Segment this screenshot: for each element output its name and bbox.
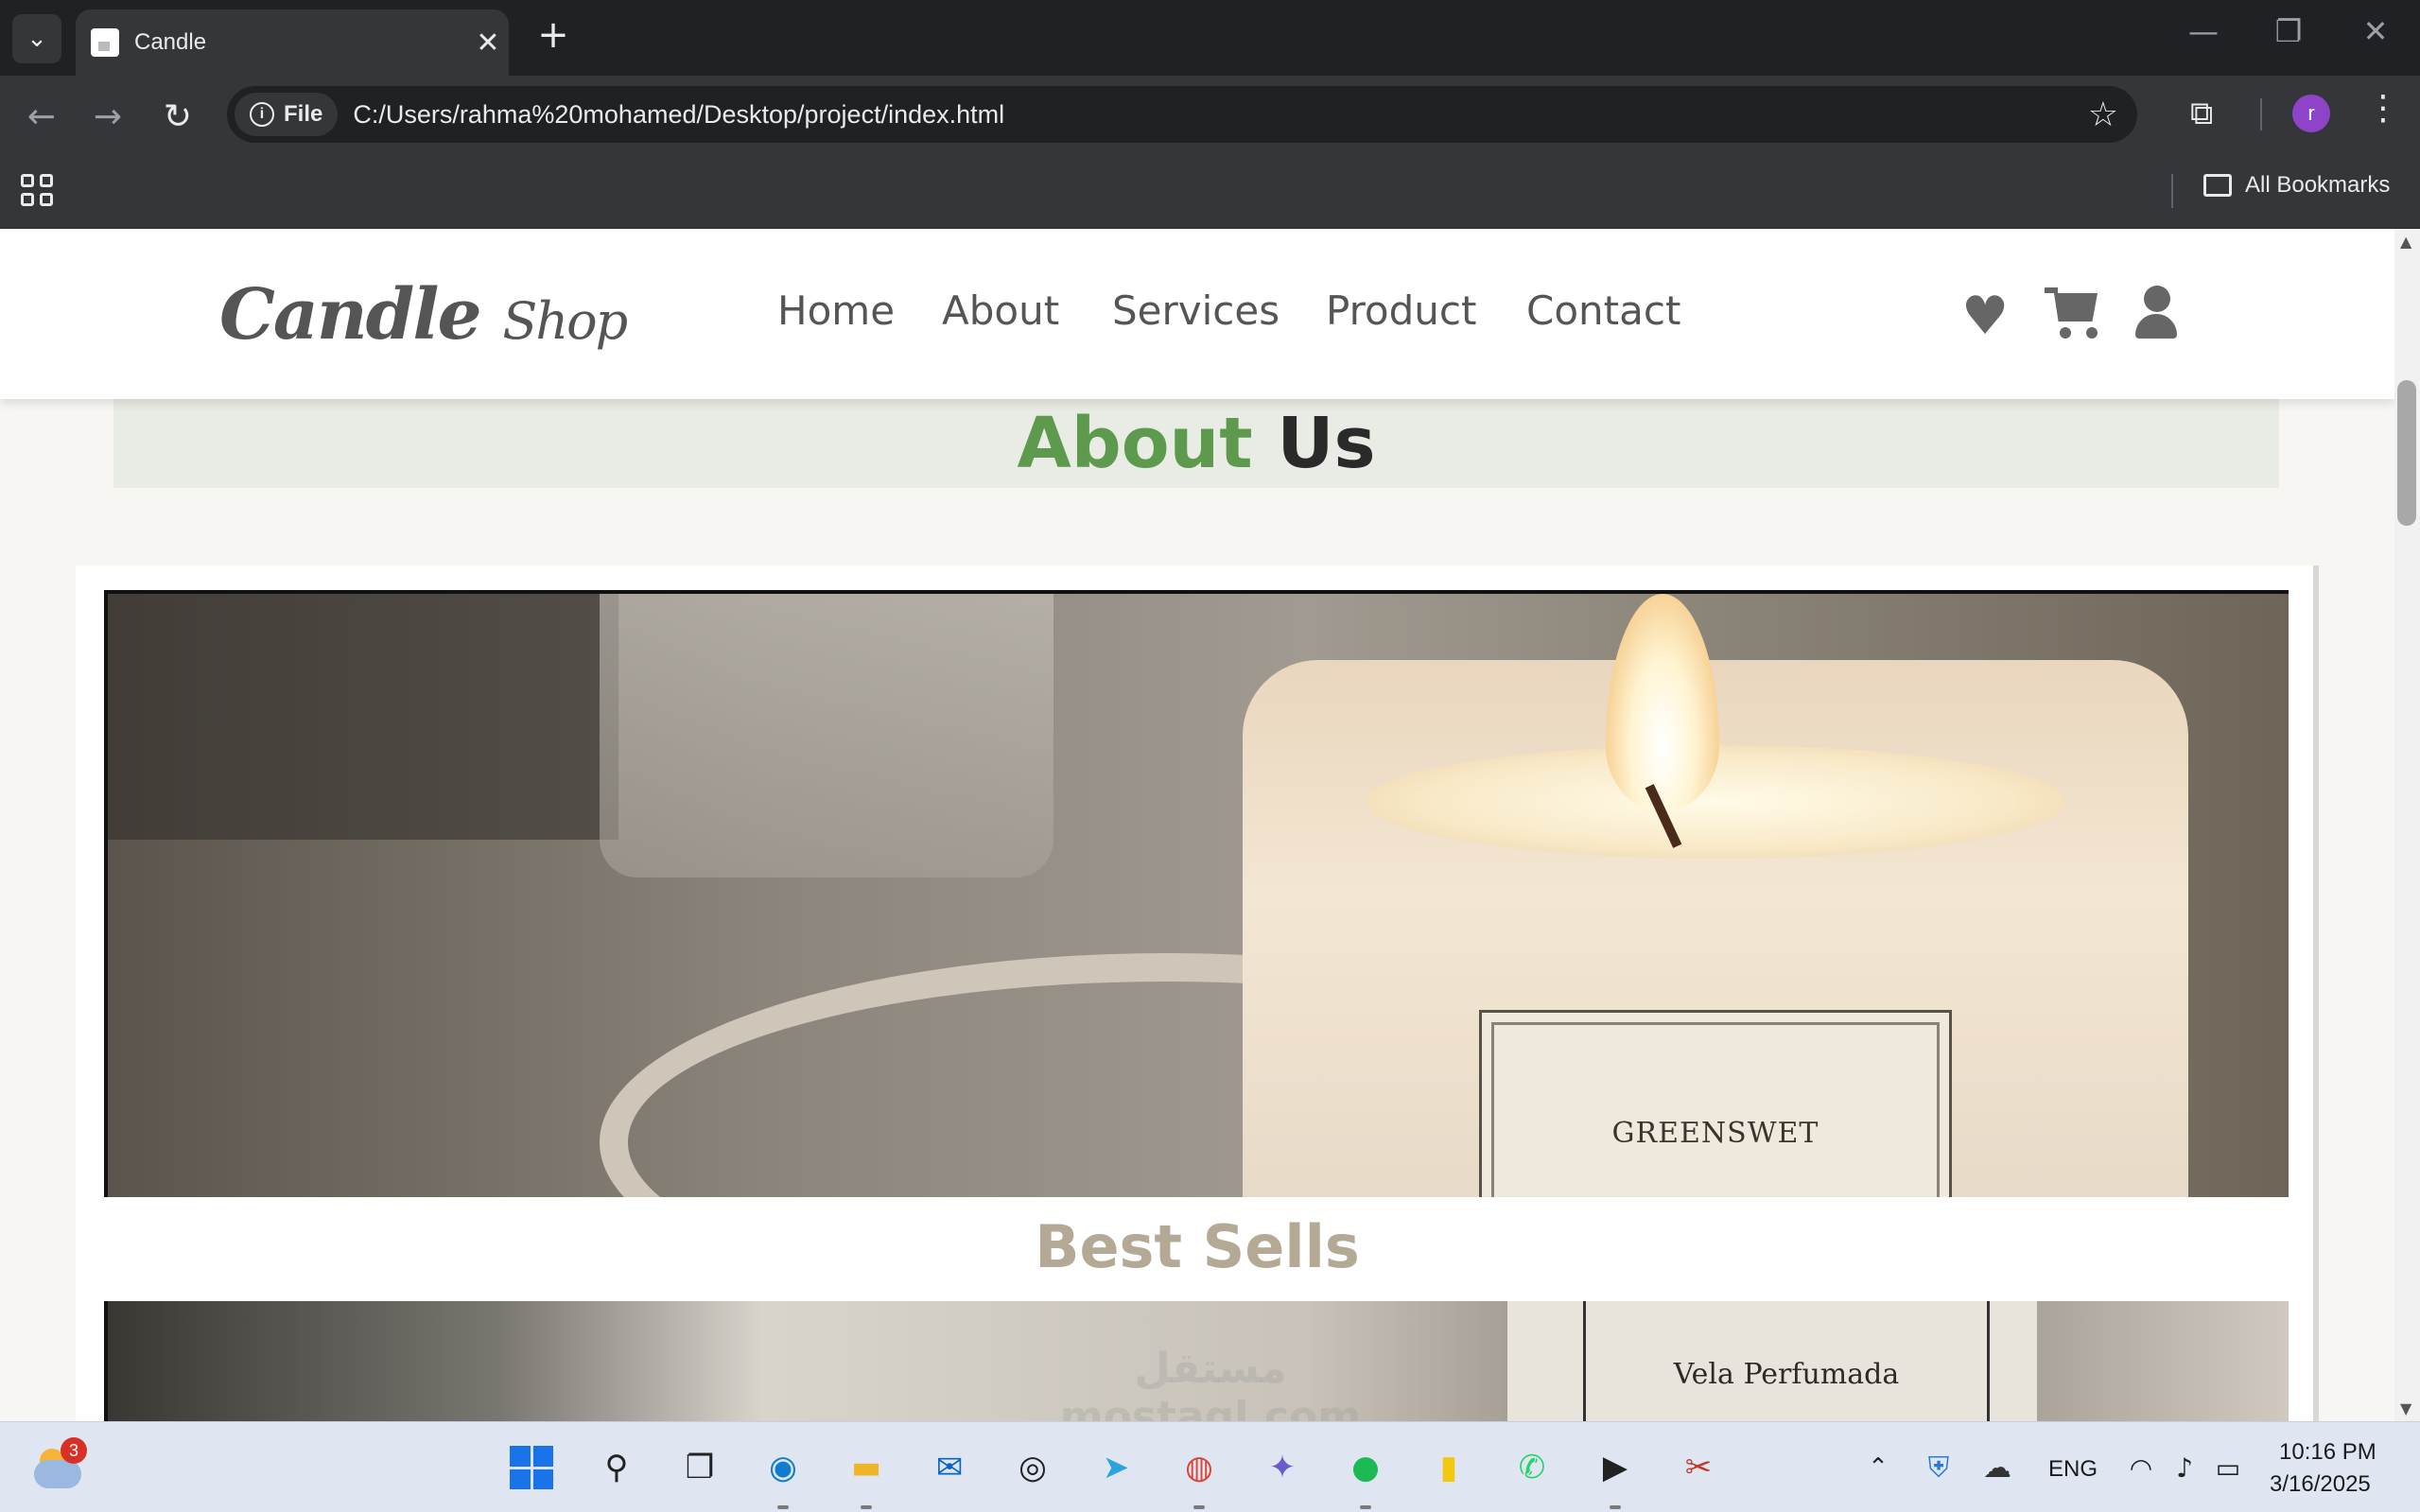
nav-product[interactable]: Product	[1326, 287, 1476, 334]
info-icon: i	[250, 102, 274, 127]
dell-icon[interactable]: ◎	[1008, 1443, 1057, 1492]
windows-taskbar: 3 ⚲ ❐ ◉ ▬ ✉ ◎ ➤ ◍ ✦ ● ▮ ✆ ▶ ✂ ⌃ ⛨ ☁ ENG …	[0, 1421, 2420, 1512]
start-icon[interactable]	[507, 1443, 556, 1492]
candle-photo-greensweet: GREENSWET	[104, 590, 2289, 1197]
running-indicator	[777, 1505, 789, 1509]
address-bar[interactable]: i File C:/Users/rahma%20mohamed/Desktop/…	[227, 86, 2137, 143]
flame-image	[1606, 594, 1719, 811]
nav-services[interactable]: Services	[1112, 287, 1280, 334]
about-title-green: About	[1017, 403, 1253, 484]
site-header: Candle Shop Home About Services Product …	[0, 229, 2394, 399]
onedrive-icon[interactable]: ☁	[1973, 1443, 2022, 1492]
whatsapp-icon[interactable]: ✆	[1507, 1443, 1557, 1492]
battery-icon[interactable]: ▭	[2203, 1443, 2253, 1492]
site-chip-label: File	[284, 101, 323, 127]
browser-tabbar: ⌄ Candle ✕ + — ❐ ✕	[0, 0, 2420, 76]
window-close-button[interactable]: ✕	[2347, 13, 2404, 49]
edge-icon[interactable]: ◉	[758, 1443, 808, 1492]
tab-favicon	[91, 28, 119, 57]
apps-grid-icon[interactable]	[21, 174, 53, 206]
weather-badge: 3	[61, 1437, 87, 1464]
volume-icon[interactable]: ♪	[2160, 1443, 2209, 1492]
jar-label-text: GREENSWET	[1611, 1117, 1819, 1150]
file-explorer-icon[interactable]: ▬	[842, 1443, 891, 1492]
logo-main: Candle	[219, 274, 482, 356]
jar-label-2-text: Vela Perfumada	[1673, 1358, 1900, 1391]
watermark: مستقل mostaql.com	[1059, 1345, 1362, 1421]
clock-time[interactable]: 10:16 PM	[2279, 1439, 2376, 1466]
logo-sub: Shop	[502, 291, 628, 351]
minimize-button[interactable]: —	[2175, 13, 2232, 49]
telegram-icon[interactable]: ➤	[1091, 1443, 1140, 1492]
copilot-icon[interactable]: ✦	[1258, 1443, 1307, 1492]
toolbar-divider	[2260, 98, 2262, 130]
active-tab[interactable]: Candle ✕	[76, 9, 509, 76]
folder-icon	[2203, 174, 2232, 197]
profile-avatar[interactable]: r	[2292, 95, 2330, 132]
forward-button[interactable]: →	[81, 95, 134, 140]
power-bi-icon[interactable]: ▮	[1424, 1443, 1473, 1492]
wifi-icon[interactable]: ◠	[2116, 1443, 2166, 1492]
back-button[interactable]: ←	[15, 95, 68, 140]
site-logo[interactable]: Candle Shop	[219, 274, 628, 356]
search-icon[interactable]: ⚲	[592, 1443, 641, 1492]
about-title: About Us	[113, 399, 2279, 488]
best-sells-heading: Best Sells	[1035, 1212, 1360, 1281]
jar-label: GREENSWET	[1479, 1010, 1952, 1197]
running-indicator	[1610, 1505, 1621, 1509]
about-heading-band: About Us	[113, 399, 2279, 488]
all-bookmarks-label: All Bookmarks	[2245, 172, 2391, 198]
nav-home[interactable]: Home	[777, 287, 895, 334]
running-indicator	[1360, 1505, 1371, 1509]
nav-contact[interactable]: Contact	[1526, 287, 1680, 334]
scrollbar-thumb[interactable]	[2397, 380, 2416, 526]
page-scrollbar[interactable]: ▲ ▼	[2394, 229, 2420, 1421]
tab-close-icon[interactable]: ✕	[467, 26, 509, 60]
extensions-icon[interactable]: ⧉	[2190, 95, 2213, 132]
running-indicator	[861, 1505, 872, 1509]
page-viewport: Candle Shop Home About Services Product …	[0, 229, 2394, 1421]
chrome-icon[interactable]: ◍	[1175, 1443, 1224, 1492]
reload-button[interactable]: ↻	[151, 95, 204, 140]
show-hidden-icons-icon[interactable]: ⌃	[1854, 1443, 1903, 1492]
language-indicator[interactable]: ENG	[2048, 1456, 2098, 1483]
heart-icon[interactable]: ♥	[1961, 286, 2009, 347]
running-indicator	[1193, 1505, 1205, 1509]
user-icon[interactable]	[2132, 286, 2181, 339]
cart-icon[interactable]	[2045, 284, 2101, 339]
task-view-icon[interactable]: ❐	[675, 1443, 724, 1492]
clock-date[interactable]: 3/16/2025	[2270, 1471, 2371, 1498]
jar-label-2: Vela Perfumada	[1583, 1301, 1990, 1421]
about-title-dark: Us	[1277, 403, 1376, 484]
snipping-tool-icon[interactable]: ✂	[1674, 1443, 1723, 1492]
menu-kebab-icon[interactable]: ⋮	[2366, 89, 2400, 128]
site-info-chip[interactable]: i File	[235, 93, 339, 136]
bookmarks-bar: All Bookmarks	[0, 153, 2420, 229]
new-tab-button[interactable]: +	[530, 13, 577, 57]
media-player-icon[interactable]: ▶	[1591, 1443, 1640, 1492]
bookmarks-divider	[2171, 174, 2173, 208]
tab-search-button[interactable]: ⌄	[12, 14, 61, 63]
outlook-icon[interactable]: ✉	[925, 1443, 974, 1492]
weather-widget[interactable]: 3	[34, 1437, 87, 1492]
defender-icon[interactable]: ⛨	[1914, 1443, 1963, 1492]
scroll-down-icon[interactable]: ▼	[2400, 1399, 2411, 1417]
tab-title: Candle	[134, 29, 207, 55]
spotify-icon[interactable]: ●	[1341, 1443, 1390, 1492]
browser-toolbar: ← → ↻ i File C:/Users/rahma%20mohamed/De…	[0, 76, 2420, 153]
scroll-up-icon[interactable]: ▲	[2400, 233, 2411, 251]
restore-button[interactable]: ❐	[2260, 13, 2317, 49]
url-text[interactable]: C:/Users/rahma%20mohamed/Desktop/project…	[353, 100, 2087, 130]
bookmark-star-icon[interactable]: ☆	[2088, 96, 2118, 134]
nav-about[interactable]: About	[942, 287, 1059, 334]
all-bookmarks-button[interactable]: All Bookmarks	[2203, 172, 2390, 199]
